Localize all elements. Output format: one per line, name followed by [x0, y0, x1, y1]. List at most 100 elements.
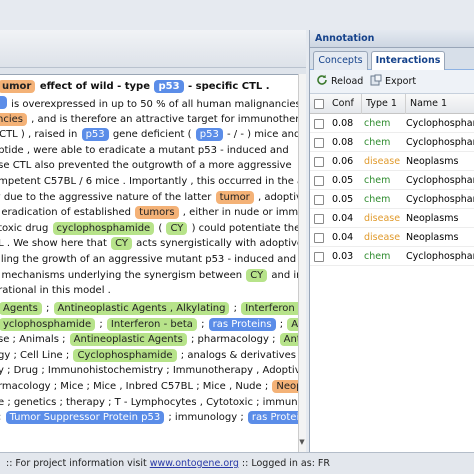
concept-tag-blue[interactable]: ras Proteins: [208, 317, 276, 331]
text-segment: gene deficient (: [109, 129, 195, 141]
concept-tag-green[interactable]: yclophosphamide: [0, 317, 96, 331]
text-segment: effect of wild - type: [36, 81, 154, 92]
text-segment: (: [155, 222, 166, 234]
concept-tag-blue[interactable]: ras Proteins: [247, 411, 301, 425]
concept-tag-green[interactable]: Antineoplastic Agents: [69, 333, 187, 347]
concept-tag-blue[interactable]: p53: [195, 128, 223, 142]
concept-tag-blue[interactable]: p53: [81, 128, 109, 142]
reload-button[interactable]: Reload: [316, 74, 363, 90]
abstract-viewer[interactable]: umor effect of wild - type p53 - specifi…: [0, 74, 302, 452]
abstract-line: otoxic drug cyclophosphamide ( CY ) coul…: [0, 221, 301, 237]
concept-tag-blue[interactable]: p53: [154, 80, 184, 93]
row-checkbox[interactable]: [314, 252, 324, 262]
row-checkbox[interactable]: [314, 195, 324, 205]
project-link[interactable]: www.ontogene.org: [150, 458, 239, 469]
table-row[interactable]: 0.05 chem Cyclophosphami: [310, 190, 474, 209]
cell-name: Neoplasms: [406, 232, 459, 243]
text-segment: , adoptive transfer of: [257, 191, 301, 203]
row-checkbox[interactable]: [314, 176, 324, 186]
text-segment: ) could potentiate the: [188, 222, 301, 234]
tab-concepts[interactable]: Concepts: [313, 51, 368, 70]
cell-type: chem: [364, 175, 391, 186]
concept-tag-green[interactable]: Interferon - alpha: [241, 302, 301, 315]
abstract-text: umor effect of wild - type p53 - specifi…: [0, 75, 301, 299]
status-suffix: :: Logged in as: FR: [238, 458, 330, 469]
mesh-line: e ; genetics ; therapy ; T - Lymphocytes…: [0, 395, 301, 411]
cell-type: chem: [364, 251, 391, 262]
cell-name: Cyclophosphami: [406, 175, 474, 186]
text-segment: - specific CTL .: [184, 81, 270, 92]
concept-tag-orange[interactable]: ncies: [0, 112, 27, 126]
text-panel: umor effect of wild - type p53 - specifi…: [0, 30, 306, 452]
row-checkbox[interactable]: [314, 157, 324, 167]
table-row[interactable]: 0.05 chem Cyclophosphami: [310, 171, 474, 190]
vertical-scrollbar[interactable]: [298, 74, 306, 452]
scroll-down-icon[interactable]: ▼: [298, 438, 306, 452]
text-segment: and immune T cells: [271, 269, 301, 281]
column-header-name[interactable]: Name 1: [406, 94, 474, 114]
concept-tag-blue[interactable]: [0, 96, 7, 109]
column-header-conf[interactable]: Conf: [328, 94, 362, 114]
concept-tag-orange[interactable]: umor: [0, 80, 36, 93]
concept-tag-green[interactable]: Interferon - beta: [106, 317, 197, 331]
table-row[interactable]: 0.04 disease Neoplasms: [310, 228, 474, 247]
abstract-line: ompetent C57BL / 6 mice . Importantly , …: [0, 174, 301, 190]
table-row[interactable]: 0.08 chem Cyclophosphami: [310, 133, 474, 152]
text-segment: se ; Animals ;: [0, 334, 69, 346]
concept-tag-green[interactable]: CY: [246, 268, 268, 282]
text-panel-header: [0, 30, 306, 68]
abstract-line: erational in this model .: [0, 283, 301, 299]
cell-name: Cyclophosphami: [406, 251, 474, 262]
concept-tag-green[interactable]: CY: [111, 237, 132, 251]
row-checkbox[interactable]: [314, 214, 324, 224]
concept-tag-orange[interactable]: tumors: [135, 206, 179, 220]
concept-tag-orange[interactable]: tumor: [215, 190, 254, 204]
text-segment: is overexpressed in up to 50 % of all hu…: [11, 99, 301, 110]
concept-tag-green[interactable]: cyclophosphamide: [52, 221, 155, 235]
text-segment: e ; genetics ; therapy ; T - Lymphocytes…: [0, 396, 301, 408]
table-row[interactable]: 0.04 disease Neoplasms: [310, 209, 474, 228]
grid-header: Conf Type 1 Name 1: [310, 94, 474, 114]
table-row[interactable]: 0.08 chem Cyclophosphami: [310, 114, 474, 133]
text-segment: , either in nude or immunocompetent: [182, 207, 301, 219]
mesh-line: Agents ; Antineoplastic Agents , Alkylat…: [0, 301, 301, 317]
text-segment: rmacology ; Mice ; Mice , Inbred C57BL ;…: [0, 380, 272, 392]
concept-tag-green[interactable]: Antineoplastic Agents , Alkylating: [53, 302, 230, 315]
cell-conf: 0.06: [332, 156, 354, 167]
abstract-line: e eradication of established tumors , ei…: [0, 205, 301, 221]
cell-conf: 0.05: [332, 175, 354, 186]
concept-tag-green[interactable]: CY: [166, 221, 188, 235]
row-checkbox[interactable]: [314, 138, 324, 148]
text-segment: e eradication of established: [0, 207, 135, 219]
mesh-line: yclophosphamide ; Interferon - beta ; ra…: [0, 317, 301, 333]
text-segment: ese CTL also prevented the outgrowth of …: [0, 160, 292, 172]
concept-tag-green[interactable]: Agents: [0, 302, 42, 315]
text-segment: d mechanisms underlying the synergism be…: [0, 269, 246, 281]
export-button[interactable]: Export: [370, 74, 416, 90]
cell-type: chem: [364, 194, 391, 205]
text-segment: ; pharmacology ;: [187, 334, 279, 346]
export-icon: [370, 74, 382, 86]
cell-conf: 0.03: [332, 251, 354, 262]
row-checkbox[interactable]: [314, 119, 324, 129]
abstract-line: TL . We show here that CY acts synergist…: [0, 236, 301, 252]
table-row[interactable]: 0.06 disease Neoplasms: [310, 152, 474, 171]
abstract-line: is overexpressed in up to 50 % of all hu…: [0, 96, 301, 112]
annotation-tabs: Concepts Interactions: [310, 48, 474, 70]
tab-interactions[interactable]: Interactions: [371, 51, 445, 70]
table-row[interactable]: 0.03 chem Cyclophosphami: [310, 247, 474, 266]
cell-type: chem: [364, 118, 391, 129]
concept-tag-blue[interactable]: Tumor Suppressor Protein p53: [5, 411, 165, 425]
column-header-type[interactable]: Type 1: [362, 94, 406, 114]
select-all-checkbox[interactable]: [314, 99, 324, 109]
app-window: umor effect of wild - type p53 - specifi…: [0, 0, 474, 474]
cell-conf: 0.04: [332, 232, 354, 243]
concept-tag-green[interactable]: Cyclophosphamide: [73, 348, 177, 362]
text-segment: ;: [276, 318, 287, 330]
text-segment: ompetent C57BL / 6 mice . Importantly , …: [0, 175, 301, 187]
row-checkbox[interactable]: [314, 233, 324, 243]
text-segment: ;: [96, 318, 106, 330]
mesh-line: gy ; Cell Line ; Cyclophosphamide ; anal…: [0, 348, 301, 364]
abstract-line: ncies , and is therefore an attractive t…: [0, 112, 301, 128]
cell-name: Cyclophosphami: [406, 137, 474, 148]
